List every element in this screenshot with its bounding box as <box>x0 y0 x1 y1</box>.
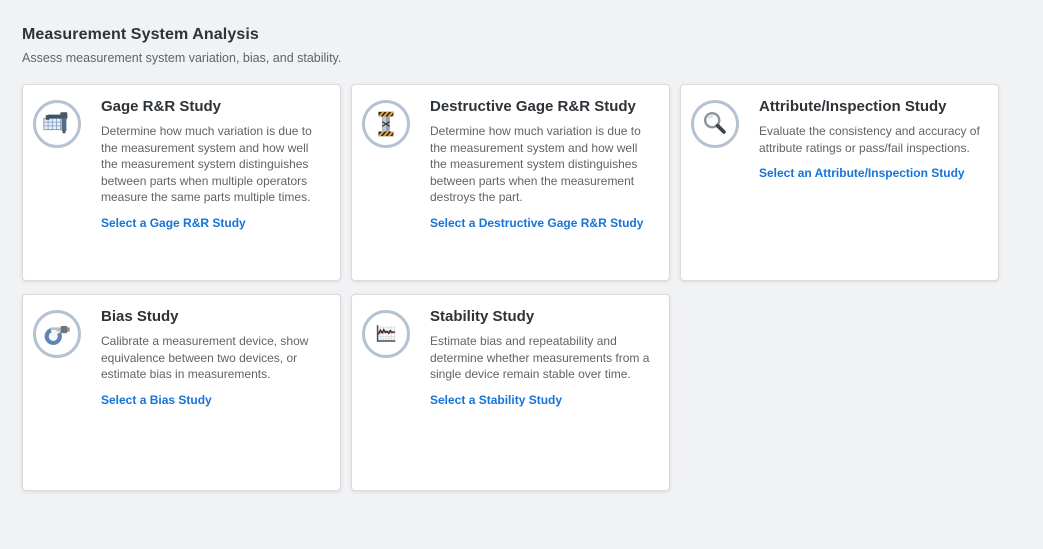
card-description: Evaluate the consistency and accuracy of… <box>759 123 982 156</box>
card-title: Attribute/Inspection Study <box>759 97 982 117</box>
micrometer-icon <box>42 319 72 349</box>
caliper-grid-icon <box>42 109 72 139</box>
card-body: Stability Study Estimate bias and repeat… <box>410 307 653 478</box>
card-body: Bias Study Calibrate a measurement devic… <box>81 307 324 478</box>
card-attribute-inspection-study: Attribute/Inspection Study Evaluate the … <box>680 84 999 281</box>
select-gage-rr-study-link[interactable]: Select a Gage R&R Study <box>101 216 246 231</box>
card-body: Attribute/Inspection Study Evaluate the … <box>739 97 982 268</box>
study-card-grid: Gage R&R Study Determine how much variat… <box>22 84 999 491</box>
attribute-inspection-icon-ring <box>691 100 739 148</box>
select-bias-study-link[interactable]: Select a Bias Study <box>101 393 212 408</box>
card-destructive-gage-rr-study: Destructive Gage R&R Study Determine how… <box>351 84 670 281</box>
card-title: Bias Study <box>101 307 324 327</box>
magnifier-icon <box>700 109 730 139</box>
card-description: Estimate bias and repeatability and dete… <box>430 333 653 383</box>
card-description: Calibrate a measurement device, show equ… <box>101 333 324 383</box>
page-title: Measurement System Analysis <box>22 26 1021 44</box>
card-stability-study: Stability Study Estimate bias and repeat… <box>351 294 670 491</box>
select-destructive-gage-rr-study-link[interactable]: Select a Destructive Gage R&R Study <box>430 216 643 231</box>
gage-rr-icon-ring <box>33 100 81 148</box>
card-description: Determine how much variation is due to t… <box>430 123 653 206</box>
card-description: Determine how much variation is due to t… <box>101 123 324 206</box>
card-bias-study: Bias Study Calibrate a measurement devic… <box>22 294 341 491</box>
control-chart-icon <box>371 319 401 349</box>
card-gage-rr-study: Gage R&R Study Determine how much variat… <box>22 84 341 281</box>
select-stability-study-link[interactable]: Select a Stability Study <box>430 393 562 408</box>
card-title: Stability Study <box>430 307 653 327</box>
card-title: Gage R&R Study <box>101 97 324 117</box>
destructive-gage-rr-icon-ring <box>362 100 410 148</box>
select-attribute-inspection-study-link[interactable]: Select an Attribute/Inspection Study <box>759 166 965 181</box>
card-body: Gage R&R Study Determine how much variat… <box>81 97 324 268</box>
card-body: Destructive Gage R&R Study Determine how… <box>410 97 653 268</box>
stability-icon-ring <box>362 310 410 358</box>
bias-icon-ring <box>33 310 81 358</box>
msa-page: Measurement System Analysis Assess measu… <box>0 0 1043 491</box>
page-subtitle: Assess measurement system variation, bia… <box>22 51 1021 66</box>
destructive-test-icon <box>371 109 401 139</box>
card-title: Destructive Gage R&R Study <box>430 97 653 117</box>
